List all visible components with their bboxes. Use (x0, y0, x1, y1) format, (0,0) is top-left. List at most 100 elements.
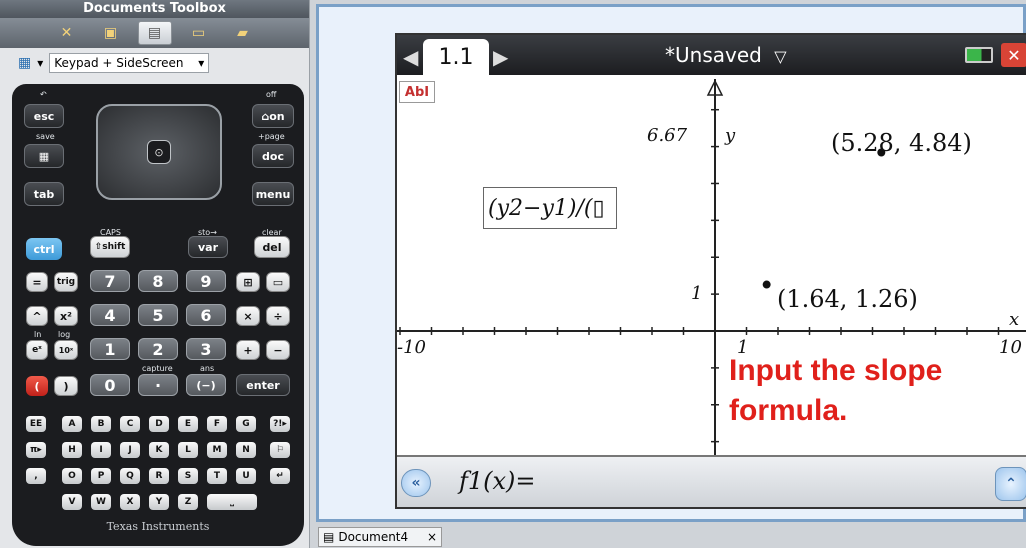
alpha-key-w[interactable]: W (91, 494, 111, 510)
tab-page-1-1[interactable]: 1.1 (423, 39, 489, 75)
del-key[interactable]: del (254, 236, 290, 258)
keypad-view-select[interactable]: Keypad + SideScreen ▾ (49, 53, 210, 73)
key-3[interactable]: 3 (186, 338, 226, 360)
alpha-key-p[interactable]: P (91, 468, 111, 484)
alpha-key-v[interactable]: V (62, 494, 82, 510)
alpha-key-o[interactable]: O (62, 468, 82, 484)
key-1[interactable]: 1 (90, 338, 130, 360)
close-icon[interactable]: × (427, 530, 437, 544)
handheld-dropdown-arrow[interactable]: ▾ (37, 56, 43, 70)
equals-key[interactable]: = (26, 272, 48, 292)
doc-key[interactable]: doc (252, 144, 294, 168)
alpha-key-t[interactable]: T (207, 468, 227, 484)
shift-key[interactable]: ⇧shift (90, 236, 130, 258)
comma-key[interactable]: , (26, 468, 46, 484)
home-icon: ⌂ (261, 109, 270, 123)
esc-key[interactable]: esc (24, 104, 64, 128)
next-page-icon[interactable]: ▶ (493, 45, 508, 69)
ten-power-key[interactable]: 10ˣ (54, 340, 78, 360)
data-point-2[interactable] (762, 280, 771, 289)
alpha-key-i[interactable]: I (91, 442, 111, 458)
alpha-key-l[interactable]: L (178, 442, 198, 458)
toolbox-title: Documents Toolbox (0, 0, 309, 18)
texas-instruments-logo: Texas Instruments (106, 520, 210, 533)
scratchpad-key[interactable]: ▦ (24, 144, 64, 168)
flag-key[interactable]: ⚐ (270, 442, 290, 458)
expand-button[interactable]: ⌃ (995, 467, 1026, 501)
folder-icon[interactable]: ▰ (226, 21, 260, 45)
menu-key[interactable]: menu (252, 182, 294, 206)
alpha-key-s[interactable]: S (178, 468, 198, 484)
key-9[interactable]: 9 (186, 270, 226, 292)
left-paren-key[interactable]: ( (26, 376, 48, 396)
alpha-key-f[interactable]: F (207, 416, 227, 432)
key-2[interactable]: 2 (138, 338, 178, 360)
close-icon[interactable]: ✕ (1001, 43, 1026, 67)
book-icon[interactable]: ▭ (182, 21, 216, 45)
caret-key[interactable]: ^ (26, 306, 48, 326)
square-key[interactable]: x² (54, 306, 78, 326)
punctuation-key[interactable]: ?!▸ (270, 416, 290, 432)
plus-key[interactable]: + (236, 340, 260, 360)
ee-key[interactable]: EE (26, 416, 46, 432)
var-key[interactable]: var (188, 236, 228, 258)
template-key[interactable]: ⊞ (236, 272, 260, 292)
history-button[interactable]: « (401, 469, 431, 497)
key-4[interactable]: 4 (90, 304, 130, 326)
multiply-key[interactable]: × (236, 306, 260, 326)
pi-key[interactable]: π▸ (26, 442, 46, 458)
alpha-key-y[interactable]: Y (149, 494, 169, 510)
alpha-key-u[interactable]: U (236, 468, 256, 484)
alpha-key-z[interactable]: Z (178, 494, 198, 510)
alpha-key-k[interactable]: K (149, 442, 169, 458)
alpha-key-d[interactable]: D (149, 416, 169, 432)
minus-key[interactable]: − (266, 340, 290, 360)
alpha-key-a[interactable]: A (62, 416, 82, 432)
tools-icon[interactable]: ✕ (50, 21, 84, 45)
alpha-key-h[interactable]: H (62, 442, 82, 458)
ln-label: ln (34, 330, 42, 339)
alpha-key-j[interactable]: J (120, 442, 140, 458)
click-icon[interactable]: ⊙ (147, 140, 171, 164)
calculator-icon[interactable]: ▤ (137, 21, 172, 45)
alpha-key-m[interactable]: M (207, 442, 227, 458)
exp-key[interactable]: eˣ (26, 340, 48, 360)
decimal-key[interactable]: · (138, 374, 178, 396)
key-7[interactable]: 7 (90, 270, 130, 292)
key-5[interactable]: 5 (138, 304, 178, 326)
tab-key[interactable]: tab (24, 182, 64, 206)
alpha-key-x[interactable]: X (120, 494, 140, 510)
alpha-key-r[interactable]: R (149, 468, 169, 484)
alpha-key-b[interactable]: B (91, 416, 111, 432)
negative-key[interactable]: (−) (186, 374, 226, 396)
function-entry-input[interactable]: f1(x)= (459, 467, 536, 495)
ctrl-key[interactable]: ctrl (26, 238, 62, 260)
document-title[interactable]: *Unsaved ▽ (665, 43, 787, 67)
trig-key[interactable]: trig (54, 272, 78, 292)
y-one-label: 1 (691, 283, 703, 304)
enter-key[interactable]: enter (236, 374, 290, 396)
graph-area[interactable]: AbI 6.67 y x -10 10 1 1 (5.28, 4.84) (1.… (397, 75, 1026, 455)
space-key[interactable]: ⎵ (207, 494, 257, 510)
text-tool-icon[interactable]: AbI (399, 81, 435, 103)
right-paren-key[interactable]: ) (54, 376, 78, 396)
touchpad[interactable]: ⊙ (96, 104, 222, 200)
alpha-key-g[interactable]: G (236, 416, 256, 432)
key-8[interactable]: 8 (138, 270, 178, 292)
alpha-key-c[interactable]: C (120, 416, 140, 432)
divide-key[interactable]: ÷ (266, 306, 290, 326)
x-min-label: -10 (397, 337, 426, 358)
key-0[interactable]: 0 (90, 374, 130, 396)
key-6[interactable]: 6 (186, 304, 226, 326)
return-key[interactable]: ↵ (270, 468, 290, 484)
alpha-key-q[interactable]: Q (120, 468, 140, 484)
formula-input[interactable]: (y2−y1)/(▯ (483, 187, 617, 229)
on-key[interactable]: ⌂ on (252, 104, 294, 128)
previous-page-icon[interactable]: ◀ (403, 45, 418, 69)
catalog-key[interactable]: ▭ (266, 272, 290, 292)
alpha-key-e[interactable]: E (178, 416, 198, 432)
library-icon[interactable]: ▣ (94, 21, 128, 45)
alpha-key-n[interactable]: N (236, 442, 256, 458)
document-tab[interactable]: ▤ Document4 × (318, 527, 442, 547)
documents-toolbox: Documents Toolbox ✕ ▣ ▤ ▭ ▰ ▦ ▾ Keypad +… (0, 0, 310, 548)
